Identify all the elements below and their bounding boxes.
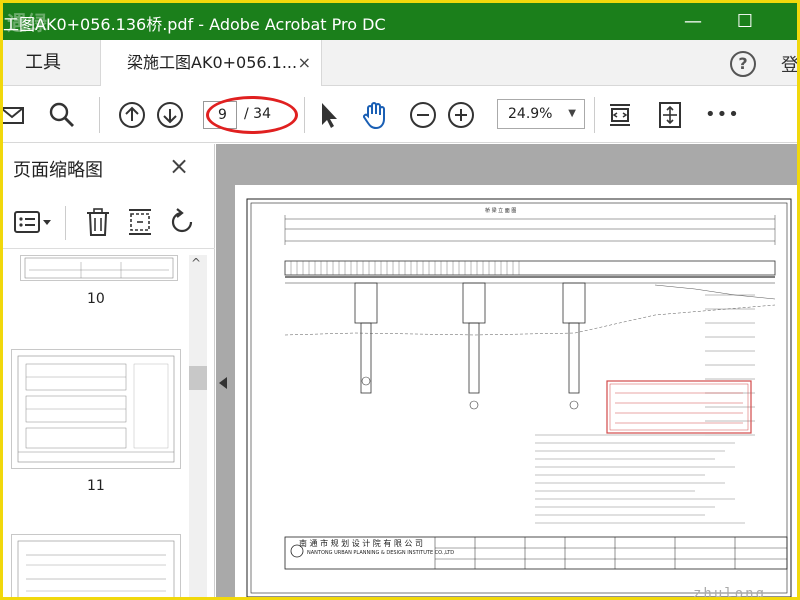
thumbnail-drawing <box>17 540 175 597</box>
insert-page-icon[interactable] <box>125 206 155 238</box>
fit-page-icon[interactable] <box>604 99 636 131</box>
page-thumbnail[interactable] <box>11 534 181 597</box>
zoom-select[interactable]: 24.9% ▼ <box>497 99 585 129</box>
page-thumbnail[interactable] <box>11 349 181 469</box>
select-cursor-icon[interactable] <box>313 99 345 131</box>
zoom-value: 24.9% <box>508 106 553 122</box>
help-button[interactable]: ? <box>730 51 756 77</box>
title-bar: 工图AK0+056.136桥.pdf - Adobe Acrobat Pro D… <box>3 3 797 40</box>
maximize-button[interactable]: ☐ <box>725 9 765 35</box>
highlight-oval <box>206 96 298 134</box>
window-title: 工图AK0+056.136桥.pdf - Adobe Acrobat Pro D… <box>3 15 386 34</box>
drawing-section-title: 桥 梁 立 面 图 <box>485 208 517 214</box>
login-button[interactable]: 登 <box>781 51 797 77</box>
close-tab-button[interactable]: × <box>298 40 311 86</box>
toolbar-separator <box>304 97 305 133</box>
search-icon[interactable] <box>46 99 78 131</box>
thumbnail-label: 10 <box>87 291 105 307</box>
close-panel-button[interactable]: × <box>169 152 189 180</box>
rotate-icon[interactable] <box>167 206 197 238</box>
thumbnail-drawing <box>17 355 175 463</box>
collapse-panel-icon[interactable] <box>219 377 227 389</box>
toolbar: 9 / 34 24.9% ▼ ••• <box>0 87 797 143</box>
toolbar-separator <box>594 97 595 133</box>
panel-title: 页面缩略图 <box>13 160 103 181</box>
pdf-page: 南 通 市 规 划 设 计 院 有 限 公 司 NANTONG URBAN PL… <box>235 185 797 597</box>
chevron-down-icon: ▼ <box>568 108 576 119</box>
previous-page-icon[interactable] <box>116 99 148 131</box>
zoom-out-icon[interactable] <box>407 99 439 131</box>
minimize-button[interactable]: — <box>673 9 713 35</box>
hand-tool-icon[interactable] <box>359 99 391 131</box>
tab-tools[interactable]: 工具 <box>3 40 99 86</box>
panel-separator <box>65 206 66 240</box>
tab-bar: 工具 梁施工图AK0+056.1... × ? 登 <box>3 40 797 86</box>
company-name: 南 通 市 规 划 设 计 院 有 限 公 司 <box>299 539 423 548</box>
panel-divider <box>3 248 215 249</box>
title-watermark: 遇绿 <box>7 11 47 35</box>
options-menu-icon[interactable] <box>13 208 53 238</box>
zoom-in-icon[interactable] <box>445 99 477 131</box>
email-icon[interactable] <box>0 99 29 131</box>
thumbnail-drawing <box>24 257 174 279</box>
scrollbar-thumb[interactable] <box>189 366 207 390</box>
thumbnail-panel: 页面缩略图 × 10 11 ^ <box>3 144 215 597</box>
next-page-icon[interactable] <box>154 99 186 131</box>
document-tab-label: 梁施工图AK0+056.1... <box>127 53 298 72</box>
page-display-icon[interactable] <box>654 99 686 131</box>
tab-document[interactable]: 梁施工图AK0+056.1... × <box>100 40 322 86</box>
app-window: 工图AK0+056.136桥.pdf - Adobe Acrobat Pro D… <box>0 0 800 600</box>
scroll-up-icon[interactable]: ^ <box>191 256 201 270</box>
thumbnail-scrollbar[interactable] <box>189 255 207 597</box>
panel-toolbar <box>3 200 215 246</box>
page-thumbnail[interactable] <box>20 255 178 281</box>
site-watermark: zhulong <box>693 586 767 600</box>
toolbar-separator <box>99 97 100 133</box>
more-options-button[interactable]: ••• <box>705 99 739 131</box>
trash-icon[interactable] <box>83 206 113 238</box>
thumbnail-label: 11 <box>87 478 105 494</box>
company-name-en: NANTONG URBAN PLANNING & DESIGN INSTITUT… <box>307 550 455 556</box>
